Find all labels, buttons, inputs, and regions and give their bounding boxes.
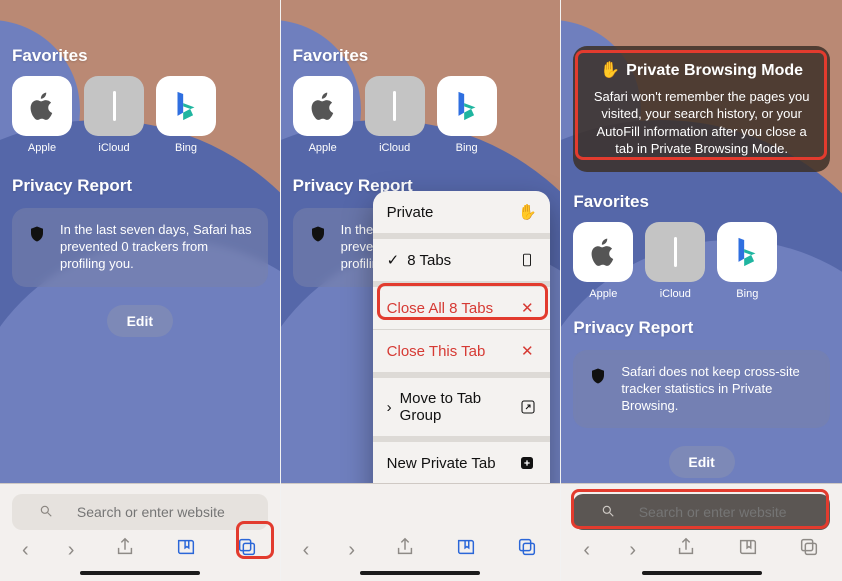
screen-2: Favorites Apple iCloud Bing Privacy Repo… (281, 0, 562, 581)
apple-icon (573, 222, 633, 282)
menu-private[interactable]: Private ✋ (373, 191, 551, 239)
address-input[interactable] (623, 504, 803, 520)
favorite-bing[interactable]: Bing (156, 76, 216, 154)
forward-button[interactable]: › (68, 540, 75, 560)
icloud-icon (84, 76, 144, 136)
favorite-apple[interactable]: Apple (293, 76, 353, 154)
close-icon: ✕ (518, 342, 536, 360)
privacy-report-text: In the last seven days, Safari has preve… (60, 222, 252, 273)
favorites-heading: Favorites (12, 46, 268, 66)
favorite-bing[interactable]: Bing (437, 76, 497, 154)
favorites-heading: Favorites (293, 46, 549, 66)
menu-close-this[interactable]: Close This Tab ✕ (373, 330, 551, 378)
checkmark-icon: ✓ (387, 251, 400, 269)
banner-body: Safari won't remember the pages you visi… (589, 88, 814, 158)
screen-3: ✋ Private Browsing Mode Safari won't rem… (561, 0, 842, 581)
toolbar: ‹ › (561, 530, 842, 563)
privacy-report-heading: Privacy Report (12, 176, 268, 196)
arrow-out-icon (519, 398, 536, 416)
home-indicator (80, 571, 200, 575)
bing-icon (156, 76, 216, 136)
shield-icon (589, 366, 607, 391)
hand-icon: ✋ (518, 203, 536, 221)
icloud-icon (365, 76, 425, 136)
share-button[interactable] (394, 536, 416, 563)
favorite-icloud[interactable]: iCloud (365, 76, 425, 154)
tab-groups-menu: Private ✋ ✓8 Tabs Close All 8 Tabs ✕ Clo… (373, 191, 551, 527)
privacy-report-heading: Privacy Report (573, 318, 830, 338)
privacy-report-card[interactable]: In the last seven days, Safari has preve… (12, 208, 268, 287)
phone-icon (518, 251, 536, 269)
bing-icon (717, 222, 777, 282)
shield-icon (309, 224, 327, 249)
bookmarks-button[interactable] (455, 536, 477, 563)
apple-icon (12, 76, 72, 136)
hand-icon: ✋ (600, 60, 620, 82)
screen-1: Favorites Apple iCloud Bing (0, 0, 281, 581)
menu-move-group[interactable]: ›Move to Tab Group (373, 378, 551, 442)
toolbar: ‹ › (0, 530, 280, 563)
plus-square-filled-icon (518, 454, 536, 472)
chevron-right-icon: › (387, 399, 392, 416)
toolbar: ‹ › (281, 530, 561, 563)
bookmarks-button[interactable] (175, 536, 197, 563)
edit-button[interactable]: Edit (669, 446, 735, 478)
bottom-bar: ‹ › (281, 483, 561, 581)
private-browsing-banner: ✋ Private Browsing Mode Safari won't rem… (573, 46, 830, 172)
bookmarks-button[interactable] (737, 536, 759, 563)
forward-button[interactable]: › (629, 540, 636, 560)
share-button[interactable] (114, 536, 136, 563)
forward-button[interactable]: › (348, 540, 355, 560)
address-bar[interactable] (12, 494, 268, 530)
favorites-row: Apple iCloud Bing (573, 222, 830, 300)
favorite-icloud[interactable]: iCloud (84, 76, 144, 154)
apple-icon (293, 76, 353, 136)
favorites-row: Apple iCloud Bing (293, 76, 549, 154)
menu-close-all[interactable]: Close All 8 Tabs ✕ (373, 287, 551, 330)
bottom-bar: ‹ › (0, 483, 280, 581)
back-button[interactable]: ‹ (22, 540, 29, 560)
icloud-icon (645, 222, 705, 282)
address-bar-private[interactable] (573, 494, 830, 530)
banner-title: Private Browsing Mode (626, 60, 803, 82)
back-button[interactable]: ‹ (303, 540, 310, 560)
back-button[interactable]: ‹ (583, 540, 590, 560)
menu-new-private[interactable]: New Private Tab (373, 442, 551, 485)
share-button[interactable] (675, 536, 697, 563)
search-icon (39, 504, 53, 521)
bing-icon (437, 76, 497, 136)
close-icon: ✕ (518, 299, 536, 317)
tabs-button[interactable] (798, 536, 820, 563)
home-indicator (642, 571, 762, 575)
bottom-bar: ‹ › (561, 483, 842, 581)
shield-icon (28, 224, 46, 249)
address-input[interactable] (61, 504, 241, 520)
privacy-report-card[interactable]: Safari does not keep cross-site tracker … (573, 350, 830, 429)
privacy-report-text: Safari does not keep cross-site tracker … (621, 364, 814, 415)
favorite-icloud[interactable]: iCloud (645, 222, 705, 300)
favorite-apple[interactable]: Apple (573, 222, 633, 300)
search-icon (601, 504, 615, 521)
favorite-apple[interactable]: Apple (12, 76, 72, 154)
home-indicator (360, 571, 480, 575)
favorites-row: Apple iCloud Bing (12, 76, 268, 154)
tabs-button[interactable] (236, 536, 258, 563)
menu-8tabs[interactable]: ✓8 Tabs (373, 239, 551, 287)
tabs-button[interactable] (516, 536, 538, 563)
favorite-bing[interactable]: Bing (717, 222, 777, 300)
edit-button[interactable]: Edit (107, 305, 173, 337)
favorites-heading: Favorites (573, 192, 830, 212)
